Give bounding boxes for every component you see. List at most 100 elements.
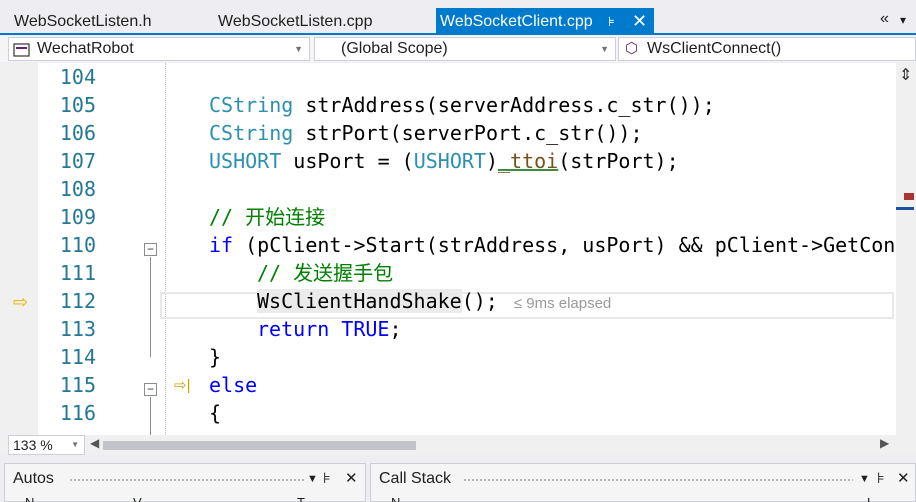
tab-label: WebSocketListen.h (14, 13, 152, 30)
line-number: 112 (59, 289, 96, 313)
line-number: 107 (59, 149, 96, 173)
code-text: WsClientHandShake(); ≤ 9ms elapsed (257, 287, 611, 318)
scroll-left-icon[interactable]: ◀ (90, 436, 99, 450)
code-line: 109 // 开始连接 (38, 203, 896, 231)
autos-window: Autos ▼ ⊧ ✕ N V T (4, 463, 366, 502)
current-statement-arrow-icon: ⇨ (13, 292, 29, 312)
project-icon (13, 42, 31, 58)
tab-websocketlisten-cpp[interactable]: WebSocketListen.cpp (218, 8, 372, 35)
column-header-type[interactable]: T (297, 495, 305, 502)
pin-icon[interactable]: ⊧ (877, 469, 885, 487)
zoom-dropdown[interactable]: 133 % ▼ (8, 435, 85, 455)
line-number: 113 (59, 317, 96, 341)
run-to-cursor-icon[interactable]: ⇨| (174, 376, 190, 394)
code-token: (pClient->Start(strAddress, usPort) && p… (233, 233, 896, 257)
chevron-down-icon: ▼ (600, 44, 609, 54)
code-line: 108 (38, 175, 896, 203)
keyword-token: else (209, 373, 258, 397)
tab-websocketlisten-h[interactable]: WebSocketListen.h (14, 8, 152, 35)
code-text: USHORT usPort = (USHORT)_ttoi(strPort); (209, 147, 679, 175)
line-number: 111 (59, 261, 96, 285)
keyword-token: TRUE (341, 317, 390, 341)
project-dropdown[interactable]: WechatRobot ▼ (8, 37, 310, 61)
line-number: 116 (59, 401, 96, 425)
line-number: 109 (59, 205, 96, 229)
line-number: 105 (59, 93, 96, 117)
code-line: 115 else (38, 371, 896, 399)
zoom-value: 133 % (13, 437, 53, 453)
code-line: 107 USHORT usPort = (USHORT)_ttoi(strPor… (38, 147, 896, 175)
function-token: _ttoi (498, 149, 559, 173)
code-token: { (209, 401, 222, 425)
horizontal-scrollbar: 133 % ▼ ◀ ▶ (0, 435, 916, 455)
code-line: 106 CString strPort(serverPort.c_str()); (38, 119, 896, 147)
keyword-token: return (257, 317, 330, 341)
column-header-value[interactable]: V (133, 495, 142, 502)
code-line: 113 return TRUE; (38, 315, 896, 343)
outline-stem (150, 257, 151, 357)
column-header-name[interactable]: N (25, 495, 34, 502)
line-number: 110 (59, 233, 96, 257)
scope-name: (Global Scope) (341, 40, 448, 57)
window-menu-icon[interactable]: ▼ (307, 473, 318, 485)
project-name: WechatRobot (37, 40, 134, 57)
tab-label: WebSocketListen.cpp (218, 13, 373, 30)
type-token: CString (209, 121, 294, 145)
vertical-scrollbar[interactable]: ⇕ (896, 63, 916, 435)
code-text: CString strAddress(serverAddress.c_str()… (209, 91, 715, 119)
code-editor[interactable]: 104 105 CString strAddress(serverAddress… (0, 63, 896, 435)
code-token: (); (461, 289, 498, 313)
comment-token: // 发送握手包 (257, 261, 394, 285)
indicator-margin[interactable] (0, 63, 38, 435)
drag-handle[interactable] (69, 478, 305, 482)
function-call-token: WsClientHandShake (257, 289, 462, 313)
scope-dropdown[interactable]: (Global Scope) ▼ (314, 37, 616, 61)
scroll-right-icon[interactable]: ▶ (880, 436, 889, 450)
close-icon[interactable]: ✕ (345, 469, 358, 487)
breakpoint-marker (904, 193, 914, 200)
line-number: 104 (59, 65, 96, 89)
column-header-language[interactable]: L (867, 495, 874, 502)
tab-websocketclient-cpp[interactable]: WebSocketClient.cpp ⊧ ✕ (436, 8, 654, 35)
member-dropdown[interactable]: ⬡ WsClientConnect() (618, 37, 916, 61)
autos-title: Autos (13, 470, 54, 487)
code-line: 105 CString strAddress(serverAddress.c_s… (38, 91, 896, 119)
cube-icon: ⬡ (625, 40, 639, 57)
code-text: return TRUE; (257, 315, 402, 343)
scroll-thumb[interactable] (103, 441, 416, 450)
close-icon[interactable]: ✕ (897, 469, 910, 487)
collapse-icon[interactable]: − (144, 383, 157, 396)
pin-icon[interactable]: ⊧ (608, 8, 615, 35)
code-token: strPort(serverPort.c_str()); (293, 121, 643, 145)
tab-overflow-icon[interactable]: « (880, 10, 889, 28)
tab-menu-icon[interactable]: ▾ (900, 13, 906, 27)
code-line: 114 } (38, 343, 896, 371)
column-header-name[interactable]: N (391, 495, 400, 502)
code-line: 116 { (38, 399, 896, 427)
collapse-icon[interactable]: − (144, 243, 157, 256)
type-token: USHORT (209, 149, 282, 173)
code-token: strAddress(serverAddress.c_str()); (293, 93, 715, 117)
line-number: 106 (59, 121, 96, 145)
code-token: } (209, 345, 222, 369)
document-tab-strip: WebSocketListen.h WebSocketListen.cpp We… (0, 0, 916, 35)
pin-icon[interactable]: ⊧ (323, 469, 331, 487)
split-grip-icon[interactable]: ⇕ (899, 65, 912, 85)
code-text: CString strPort(serverPort.c_str()); (209, 119, 643, 147)
perf-tip[interactable]: ≤ 9ms elapsed (514, 295, 611, 312)
tab-label: WebSocketClient.cpp (440, 13, 593, 30)
comment-token: // 开始连接 (209, 205, 326, 229)
code-token: (strPort); (558, 149, 679, 173)
call-stack-title: Call Stack (379, 470, 452, 487)
code-line: 111 // 发送握手包 (38, 259, 896, 287)
keyword-token: if (209, 233, 234, 257)
line-number: 108 (59, 177, 96, 201)
drag-handle[interactable] (463, 478, 853, 482)
call-stack-window: Call Stack ▼ ⊧ ✕ N L (370, 463, 916, 502)
code-line: 104 (38, 63, 896, 91)
window-menu-icon[interactable]: ▼ (859, 473, 870, 485)
navigation-bar: WechatRobot ▼ (Global Scope) ▼ ⬡ WsClien… (0, 36, 916, 62)
close-icon[interactable]: ✕ (632, 8, 647, 35)
code-line: 110 if (pClient->Start(strAddress, usPor… (38, 231, 896, 259)
outline-stem (150, 397, 151, 435)
